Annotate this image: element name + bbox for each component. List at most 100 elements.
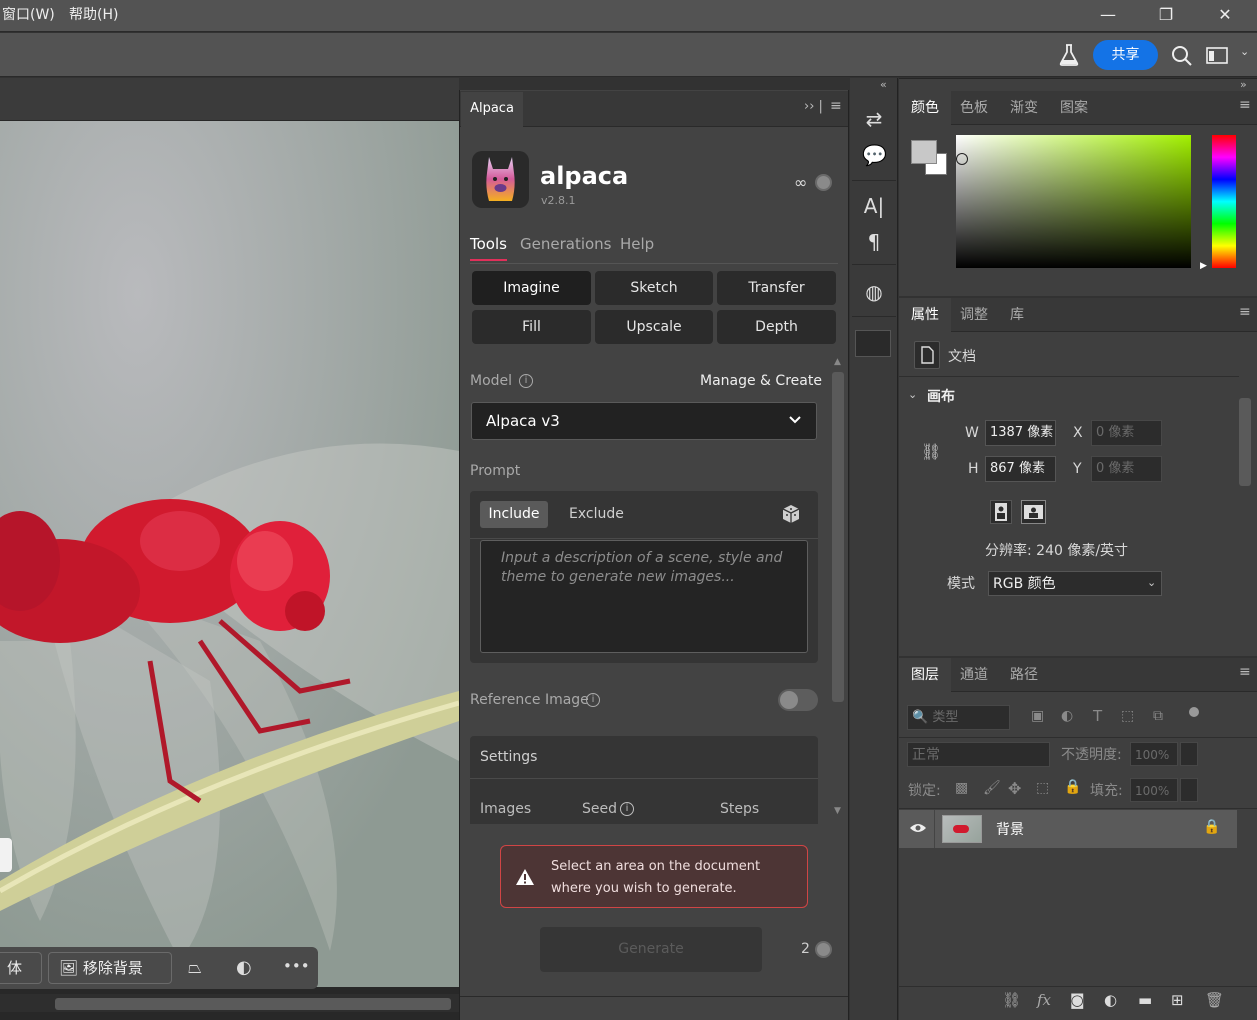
adjust-contrast-icon[interactable]: ◐: [236, 957, 252, 978]
upscale-button[interactable]: Upscale: [595, 310, 713, 344]
strip-swatch[interactable]: [855, 330, 891, 357]
reference-info-icon[interactable]: i: [586, 693, 600, 707]
tab-layers[interactable]: 图层: [899, 658, 951, 692]
layer-name[interactable]: 背景: [996, 819, 1024, 839]
menu-help[interactable]: 帮助(H): [69, 4, 118, 24]
remove-background-button[interactable]: 🖼 移除背景: [48, 952, 172, 984]
expand-panels-icon[interactable]: »: [1240, 78, 1247, 91]
sketch-button[interactable]: Sketch: [595, 271, 713, 305]
scroll-down-icon[interactable]: ▼: [834, 806, 841, 816]
width-field[interactable]: 1387 像素: [985, 420, 1056, 446]
new-layer-icon[interactable]: ⊞: [1171, 991, 1184, 1009]
close-button[interactable]: ✕: [1196, 0, 1254, 32]
tab-adjustments[interactable]: 调整: [948, 298, 1000, 332]
fill-button[interactable]: Fill: [472, 310, 591, 344]
collapse-panel-icon[interactable]: ›› |: [804, 99, 823, 114]
lock-move-icon[interactable]: ✥: [1008, 779, 1021, 798]
blend-mode-select[interactable]: 正常: [907, 742, 1050, 767]
scroll-up-icon[interactable]: ▲: [834, 357, 841, 367]
comments-icon[interactable]: 💬: [862, 143, 887, 167]
portrait-orientation-icon[interactable]: [990, 500, 1012, 524]
share-button[interactable]: 共享: [1093, 40, 1158, 70]
horizontal-scroll-thumb[interactable]: [55, 998, 451, 1010]
y-field[interactable]: 0 像素: [1091, 456, 1162, 482]
lock-paint-icon[interactable]: 🖌: [983, 780, 1001, 796]
visibility-eye-icon[interactable]: [909, 822, 927, 834]
filter-toggle-icon[interactable]: [1189, 707, 1199, 717]
panel-menu-icon[interactable]: ≡: [830, 98, 842, 114]
canvas-collapse-icon[interactable]: ⌄: [908, 388, 917, 401]
lock-all-icon[interactable]: 🔒: [1064, 779, 1081, 795]
nav-tools[interactable]: Tools: [470, 235, 507, 253]
more-options-icon[interactable]: •••: [283, 957, 310, 975]
lock-artboard-icon[interactable]: ⬚: [1036, 780, 1049, 796]
strip-collapse-icon[interactable]: «: [880, 78, 887, 91]
link-layers-icon[interactable]: ⛓: [1002, 991, 1021, 1009]
document-canvas[interactable]: [0, 121, 459, 987]
depth-button[interactable]: Depth: [717, 310, 836, 344]
history-icon[interactable]: ⇄: [862, 107, 886, 131]
tab-channels[interactable]: 通道: [948, 658, 1000, 692]
manage-create-link[interactable]: Manage & Create: [700, 373, 822, 389]
foreground-color-swatch[interactable]: [911, 140, 937, 164]
opacity-field[interactable]: 100%: [1130, 742, 1178, 766]
seed-info-icon[interactable]: i: [620, 802, 634, 816]
filter-type-icon[interactable]: T: [1093, 707, 1102, 725]
new-group-icon[interactable]: ▬: [1138, 991, 1152, 1009]
filter-shape-icon[interactable]: ⬚: [1121, 708, 1134, 724]
workspace-chevron-icon[interactable]: ⌄: [1240, 45, 1249, 58]
tab-paths[interactable]: 路径: [998, 658, 1050, 692]
color-mode-select[interactable]: RGB 颜色: [988, 571, 1162, 596]
workspace-icon[interactable]: [1206, 47, 1230, 65]
filter-pixel-icon[interactable]: ▣: [1031, 708, 1044, 724]
layer-filter-select[interactable]: 🔍 类型: [907, 705, 1010, 730]
tab-swatches[interactable]: 色板: [948, 91, 1000, 125]
landscape-orientation-icon[interactable]: [1021, 500, 1046, 524]
canvas-side-handle[interactable]: [0, 838, 12, 872]
hue-slider-handle[interactable]: ▶: [1200, 261, 1207, 271]
alpaca-plugin-icon[interactable]: ◍: [862, 280, 886, 304]
color-picker-cursor[interactable]: [956, 153, 968, 165]
tab-libraries[interactable]: 库: [998, 298, 1036, 332]
canvas-section-title[interactable]: 画布: [927, 386, 955, 406]
layers-menu-icon[interactable]: ≡: [1239, 664, 1251, 680]
filter-smart-object-icon[interactable]: ⧉: [1153, 708, 1163, 724]
tab-patterns[interactable]: 图案: [1048, 91, 1100, 125]
fill-field[interactable]: 100%: [1130, 778, 1178, 802]
settings-header[interactable]: Settings: [480, 749, 537, 765]
minimize-button[interactable]: —: [1079, 0, 1137, 32]
nav-generations[interactable]: Generations: [520, 235, 612, 253]
color-picker-field[interactable]: [956, 135, 1191, 268]
hue-slider[interactable]: [1212, 135, 1236, 268]
opacity-dropdown[interactable]: [1180, 742, 1198, 766]
filter-adjustment-icon[interactable]: ◐: [1061, 708, 1073, 724]
search-icon[interactable]: [1171, 45, 1193, 67]
layer-effects-icon[interactable]: fx: [1037, 991, 1051, 1009]
layer-row-background[interactable]: 背景 🔒: [899, 810, 1237, 848]
delete-layer-icon[interactable]: 🗑: [1205, 991, 1224, 1009]
tab-gradients[interactable]: 渐变: [998, 91, 1050, 125]
alpaca-scrollbar[interactable]: [832, 372, 844, 702]
link-dimensions-icon[interactable]: ⛓: [921, 442, 941, 461]
include-tab[interactable]: Include: [480, 501, 548, 528]
select-subject-button[interactable]: 体: [0, 952, 42, 984]
alpaca-tab[interactable]: Alpaca: [461, 92, 523, 127]
adjustment-layer-icon[interactable]: ◐: [1104, 991, 1117, 1009]
prompt-textarea[interactable]: Input a description of a scene, style an…: [480, 540, 808, 653]
transfer-button[interactable]: Transfer: [717, 271, 836, 305]
properties-menu-icon[interactable]: ≡: [1239, 304, 1251, 320]
transform-icon[interactable]: ⏢: [188, 958, 202, 978]
character-icon[interactable]: A|: [862, 194, 886, 218]
random-dice-icon[interactable]: [781, 504, 801, 524]
lock-transparent-icon[interactable]: ▩: [955, 780, 968, 796]
paragraph-icon[interactable]: ¶: [862, 230, 886, 254]
tab-properties[interactable]: 属性: [899, 298, 951, 332]
restore-button[interactable]: ❐: [1137, 0, 1195, 32]
exclude-tab[interactable]: Exclude: [569, 506, 624, 522]
model-select[interactable]: Alpaca v3: [471, 402, 817, 440]
generate-button[interactable]: Generate: [540, 927, 762, 972]
properties-scrollbar[interactable]: [1239, 398, 1251, 486]
height-field[interactable]: 867 像素: [985, 456, 1056, 482]
imagine-button[interactable]: Imagine: [472, 271, 591, 305]
x-field[interactable]: 0 像素: [1091, 420, 1162, 446]
